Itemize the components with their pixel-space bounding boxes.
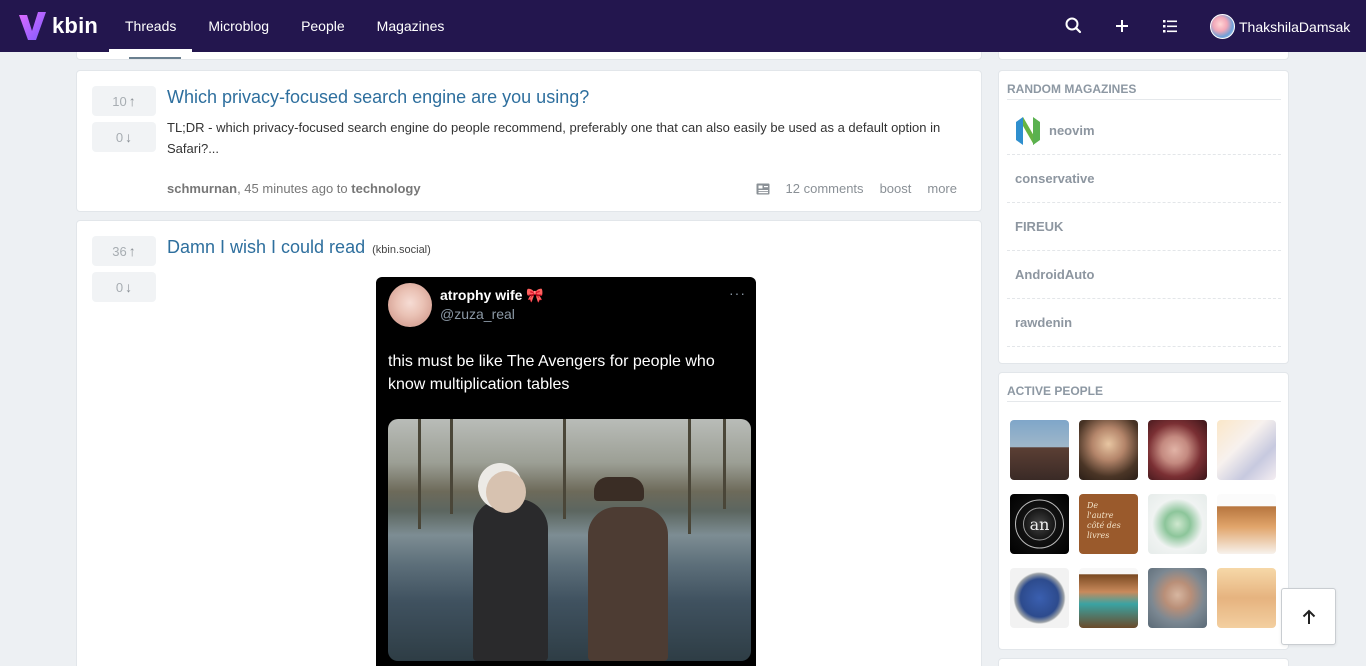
- post-image[interactable]: atrophy wife 🎀 @zuza_real ··· this must …: [376, 277, 756, 666]
- arrow-down-icon: ↓: [125, 279, 133, 295]
- avatar[interactable]: [1148, 420, 1207, 480]
- app-name: kbin: [52, 13, 99, 38]
- nav-people[interactable]: People: [285, 0, 361, 52]
- upvote-count: 10: [112, 93, 127, 109]
- nav-microblog[interactable]: Microblog: [192, 0, 285, 52]
- avatar[interactable]: [1079, 568, 1138, 628]
- upvote-count: 36: [112, 243, 127, 259]
- plus-icon[interactable]: [1112, 16, 1132, 36]
- svg-text:côté des: côté des: [1087, 521, 1121, 530]
- avatar[interactable]: [1079, 420, 1138, 480]
- avatar[interactable]: an: [1010, 494, 1069, 554]
- magazine-name: rawdenin: [1015, 315, 1073, 330]
- svg-text:livres: livres: [1087, 531, 1109, 540]
- kbin-logo[interactable]: kbin: [18, 11, 98, 41]
- kbin-logo-icon: [19, 12, 46, 40]
- upvote-button[interactable]: 10 ↑: [92, 86, 156, 116]
- downvote-count: 0: [115, 129, 124, 145]
- magazine-name: AndroidAuto: [1015, 267, 1095, 282]
- magazine-name: FIREUK: [1015, 219, 1064, 234]
- arrow-up-icon: ↑: [128, 243, 136, 259]
- avatar[interactable]: [1148, 568, 1207, 628]
- post-card: 10 ↑ 0 ↓ Which privacy-focused search en…: [76, 70, 982, 212]
- avatar[interactable]: [1217, 568, 1276, 628]
- username: ThakshilaDamsak: [1239, 18, 1351, 35]
- avatar[interactable]: [1217, 494, 1276, 554]
- boost-button[interactable]: boost: [880, 181, 912, 196]
- upvote-button[interactable]: 36 ↑: [92, 236, 156, 266]
- avatar[interactable]: [1217, 420, 1276, 480]
- magazine-item-conservative[interactable]: conservative: [1007, 155, 1281, 203]
- comments-link[interactable]: 12 comments: [786, 181, 864, 196]
- user-menu[interactable]: ThakshilaDamsak: [1210, 14, 1350, 39]
- avatar[interactable]: [1148, 494, 1207, 554]
- neovim-logo-icon: [1015, 116, 1041, 146]
- tweet-text: this must be like The Avengers for peopl…: [388, 353, 715, 393]
- nav-magazines[interactable]: Magazines: [361, 0, 461, 52]
- magazine-name: neovim: [1049, 123, 1095, 138]
- downvote-count: 0: [115, 279, 124, 295]
- list-icon[interactable]: [1160, 16, 1180, 36]
- magazine-item-neovim[interactable]: neovim: [1007, 107, 1281, 155]
- search-icon[interactable]: [1064, 16, 1084, 36]
- main-nav: Threads Microblog People Magazines: [109, 0, 460, 52]
- more-dots-icon: ···: [729, 285, 746, 301]
- tweet-avatar: [388, 283, 432, 327]
- avatar[interactable]: [1010, 568, 1069, 628]
- post-domain[interactable]: (kbin.social): [372, 244, 431, 256]
- avatar[interactable]: De l'autre côté des livres: [1079, 494, 1138, 554]
- scroll-to-top-button[interactable]: [1281, 588, 1336, 645]
- avatar: [1210, 14, 1235, 39]
- svg-text:an: an: [1030, 515, 1050, 534]
- tweet-handle: @zuza_real: [440, 306, 515, 322]
- panel-title: ACTIVE PEOPLE: [1007, 384, 1104, 398]
- downvote-button[interactable]: 0 ↓: [92, 122, 156, 152]
- magazine-name: conservative: [1015, 171, 1095, 186]
- post-card: 36 ↑ 0 ↓ Damn I wish I could read (kbin.…: [76, 220, 982, 666]
- more-button[interactable]: more: [927, 181, 957, 196]
- arrow-down-icon: ↓: [125, 129, 133, 145]
- sidebar-next-card: [998, 658, 1289, 666]
- nav-threads[interactable]: Threads: [109, 0, 193, 52]
- post-actions: 12 comments boost more: [756, 181, 957, 196]
- magazine-item-rawdenin[interactable]: rawdenin: [1007, 299, 1281, 347]
- svg-text:De: De: [1086, 501, 1098, 510]
- post-time: , 45 minutes ago to: [237, 181, 352, 196]
- avatar[interactable]: [1010, 420, 1069, 480]
- post-title[interactable]: Which privacy-focused search engine are …: [167, 87, 589, 108]
- active-sort-indicator: [129, 57, 181, 59]
- downvote-button[interactable]: 0 ↓: [92, 272, 156, 302]
- top-navbar: kbin Threads Microblog People Magazines …: [0, 0, 1366, 52]
- tweet-photo: [388, 419, 751, 661]
- random-magazines-panel: RANDOM MAGAZINES neovim conservative FIR…: [998, 70, 1289, 364]
- magazine-item-androidauto[interactable]: AndroidAuto: [1007, 251, 1281, 299]
- active-people-grid: an De l'autre côté des livres: [1010, 420, 1276, 628]
- active-people-panel: ACTIVE PEOPLE an De l'autre côté des livres: [998, 372, 1289, 650]
- tweet-author-name: atrophy wife 🎀: [440, 287, 544, 303]
- post-title[interactable]: Damn I wish I could read: [167, 237, 365, 257]
- article-icon: [756, 183, 770, 194]
- post-meta: schmurnan, 45 minutes ago to technology: [167, 181, 421, 196]
- svg-text:l'autre: l'autre: [1087, 511, 1114, 520]
- post-excerpt: TL;DR - which privacy-focused search eng…: [167, 120, 941, 156]
- post-title-row: Damn I wish I could read (kbin.social): [167, 237, 431, 258]
- arrow-up-icon: ↑: [128, 93, 136, 109]
- post-author[interactable]: schmurnan: [167, 181, 237, 196]
- post-magazine[interactable]: technology: [351, 181, 420, 196]
- arrow-up-icon: [1302, 609, 1315, 624]
- panel-title: RANDOM MAGAZINES: [1007, 82, 1137, 96]
- magazine-item-fireuk[interactable]: FIREUK: [1007, 203, 1281, 251]
